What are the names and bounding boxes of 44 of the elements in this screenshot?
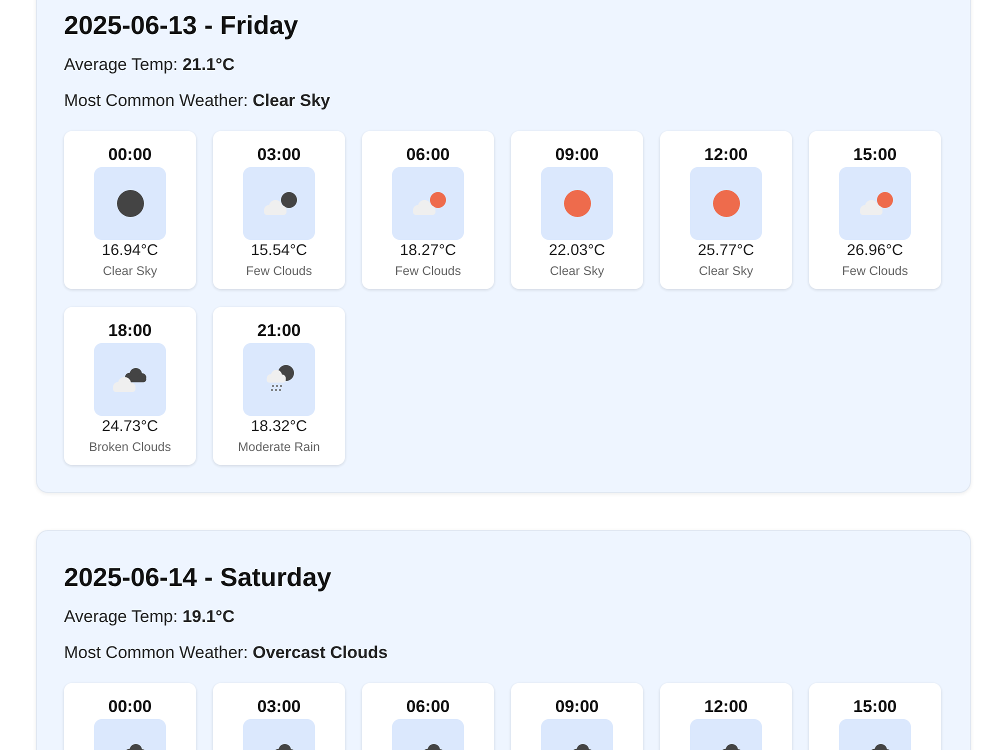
time-label: 15:00 [853,144,897,166]
temperature-label: 15.54°C [250,241,308,261]
time-label: 09:00 [555,696,599,718]
temperature-label: 24.73°C [102,417,158,437]
most-common-weather-text: Most Common Weather: Overcast Clouds [64,642,389,664]
most-common-weather-text: Most Common Weather: Clear Sky [64,90,332,112]
rain-cloud-icon [243,343,315,416]
day-title: 2025-06-14 - Saturday [64,561,332,594]
weather-description: Few Clouds [842,263,908,280]
moon-icon [94,167,166,240]
time-label: 15:00 [853,696,897,718]
clouds-icon [94,343,166,416]
cloud-sun-icon [839,167,911,240]
temperature-label: 22.03°C [548,241,606,261]
time-label: 03:00 [257,696,301,718]
weather-description: Few Clouds [246,263,312,280]
cloud-moon-icon [243,167,315,240]
weather-description: Clear Sky [698,263,754,280]
sun-icon [690,167,762,240]
time-label: 12:00 [704,696,748,718]
temperature-label: 26.96°C [846,241,904,261]
weather-description: Broken Clouds [89,439,171,456]
time-label: 18:00 [108,320,152,342]
weather-description: Clear Sky [550,263,604,280]
average-temp-text: Average Temp: 21.1°C [64,54,236,76]
weather-description: Moderate Rain [238,439,320,456]
weather-description: Few Clouds [395,263,461,280]
sun-icon [541,167,613,240]
average-temp-text: Average Temp: 19.1°C [64,606,236,628]
time-label: 06:00 [406,144,450,166]
time-label: 00:00 [108,144,152,166]
time-label: 12:00 [704,144,748,166]
time-label: 03:00 [257,144,301,166]
weather-description: Clear Sky [102,263,158,280]
time-label: 09:00 [555,144,599,166]
day-title: 2025-06-13 - Friday [64,9,300,42]
time-label: 06:00 [406,696,450,718]
temperature-label: 25.77°C [698,241,754,261]
temperature-label: 16.94°C [102,241,158,261]
time-label: 00:00 [108,696,152,718]
cloud-sun-icon [392,167,464,240]
time-label: 21:00 [257,320,301,342]
temperature-label: 18.27°C [400,241,456,261]
temperature-label: 18.32°C [250,417,308,437]
